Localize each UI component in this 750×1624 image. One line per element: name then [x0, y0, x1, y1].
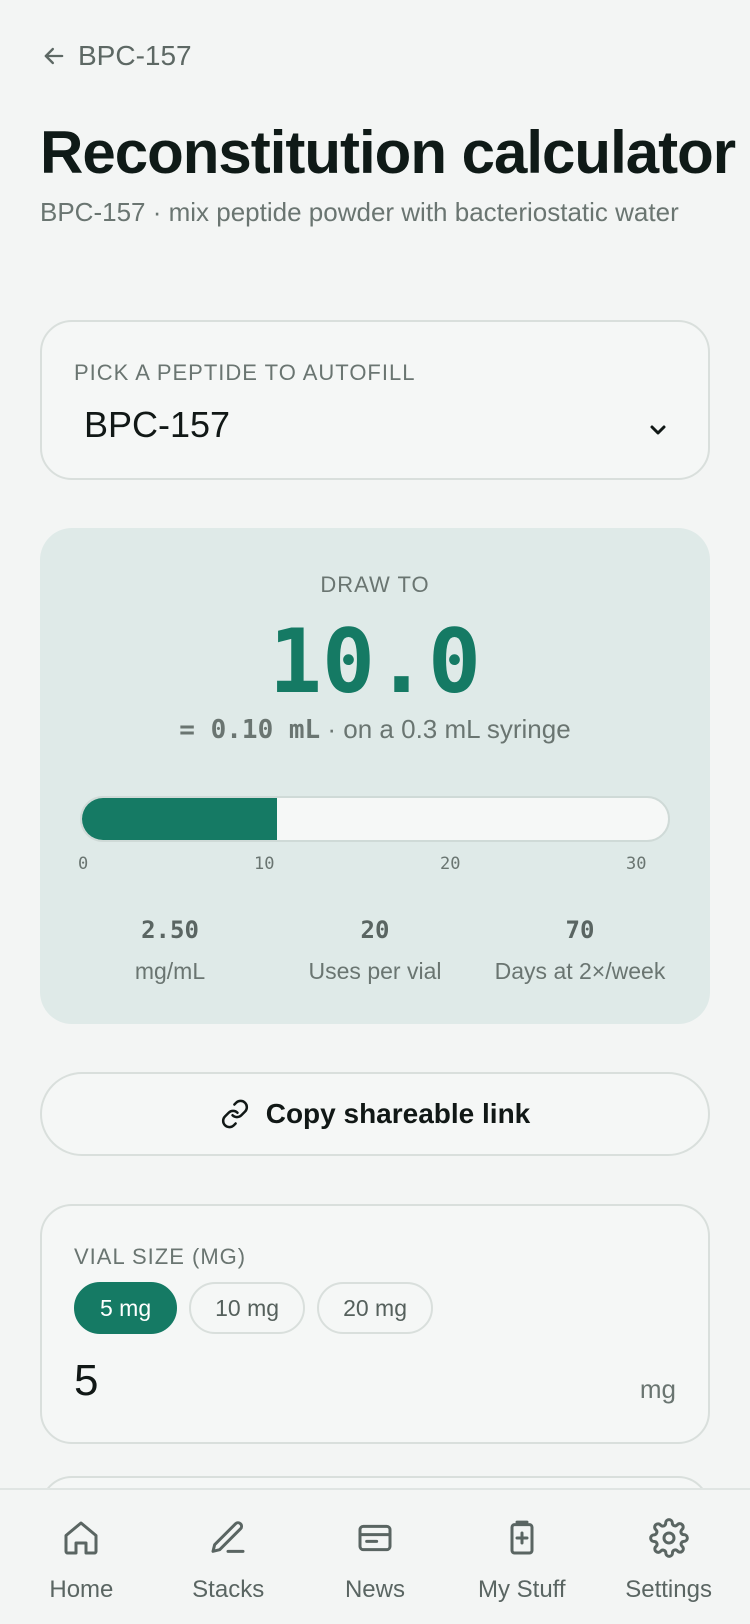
tick-label-20: 20	[440, 854, 461, 874]
stat-label: mg/mL	[134, 958, 206, 984]
tick-label-10: 10	[254, 854, 275, 874]
chip-20mg[interactable]: 20 mg	[317, 1282, 434, 1334]
vial-size-chips: 5 mg 10 mg 20 mg	[74, 1282, 434, 1334]
vial-unit: mg	[639, 1374, 676, 1404]
copy-link-label: Copy shareable link	[265, 1098, 531, 1129]
syringe-bar-fill	[82, 798, 278, 840]
my-stuff-icon	[510, 1520, 534, 1555]
nav-stacks[interactable]: Stacks	[158, 1490, 298, 1604]
page: BPC-157 Reconstitution calculator BPC-15…	[0, 0, 750, 1624]
vial-size-card: VIAL SIZE (MG) 5 mg 10 mg 20 mg mg	[40, 1204, 710, 1444]
peptide-picker[interactable]: PICK A PEPTIDE TO AUTOFILL BPC-157	[40, 320, 710, 480]
chevron-down-icon	[650, 425, 666, 435]
vial-size-label: VIAL SIZE (MG)	[74, 1244, 247, 1269]
draw-panel: DRAW TO 10.0 = 0.10 mL · on a 0.3 mL syr…	[40, 528, 710, 1024]
nav-settings[interactable]: Settings	[599, 1490, 739, 1604]
stat-value: 70	[565, 916, 595, 944]
back-label: BPC-157	[78, 40, 192, 71]
bottom-nav: Home Stacks News My Stuff Settings	[0, 1488, 750, 1624]
stats-row: 2.50 mg/mL 20 Uses per vial 70 Days at 2…	[70, 916, 680, 985]
gear-icon	[648, 1518, 689, 1558]
nav-settings-label: Settings	[625, 1576, 712, 1603]
nav-news[interactable]: News	[305, 1490, 445, 1604]
nav-my-stuff-label: My Stuff	[477, 1576, 566, 1603]
page-title: Reconstitution calculator	[40, 119, 736, 186]
chip-5mg[interactable]: 5 mg	[74, 1282, 178, 1334]
stat-uses-per-vial: 20 Uses per vial	[275, 916, 475, 985]
vial-size-input[interactable]	[74, 1356, 634, 1406]
draw-volume-line: = 0.10 mL · on a 0.3 mL syringe	[40, 714, 710, 745]
syringe-bar	[80, 796, 670, 842]
picker-label: PICK A PEPTIDE TO AUTOFILL	[74, 360, 416, 385]
stat-value: 2.50	[141, 916, 199, 944]
nav-home[interactable]: Home	[11, 1490, 151, 1604]
nav-my-stuff[interactable]: My Stuff	[452, 1490, 592, 1604]
tick-label-30: 30	[626, 854, 647, 874]
stat-value: 20	[360, 916, 390, 944]
stat-concentration: 2.50 mg/mL	[70, 916, 270, 985]
news-icon	[358, 1524, 392, 1552]
link-icon	[221, 1099, 248, 1129]
home-icon	[64, 1521, 98, 1555]
draw-value: 10.0	[269, 610, 481, 713]
draw-label: DRAW TO	[320, 572, 430, 597]
picker-selected-value: BPC-157	[84, 404, 231, 445]
stat-days: 70 Days at 2×/week	[480, 916, 680, 985]
nav-home-label: Home	[49, 1576, 114, 1603]
chip-10mg[interactable]: 10 mg	[189, 1282, 306, 1334]
nav-news-label: News	[344, 1576, 405, 1603]
tick-label-0: 0	[78, 854, 89, 874]
page-subtitle: BPC-157 · mix peptide powder with bacter…	[40, 197, 679, 227]
syringe-text: · on a 0.3 mL syringe	[320, 714, 571, 744]
nav-stacks-label: Stacks	[192, 1576, 265, 1603]
back-button[interactable]: BPC-157	[40, 40, 192, 72]
arrow-left-icon	[44, 47, 64, 65]
stat-label: Days at 2×/week	[494, 958, 666, 984]
pen-icon	[211, 1521, 245, 1553]
draw-ml: = 0.10 mL	[179, 715, 321, 745]
stat-label: Uses per vial	[308, 958, 442, 984]
copy-link-button[interactable]: Copy shareable link	[40, 1072, 710, 1156]
